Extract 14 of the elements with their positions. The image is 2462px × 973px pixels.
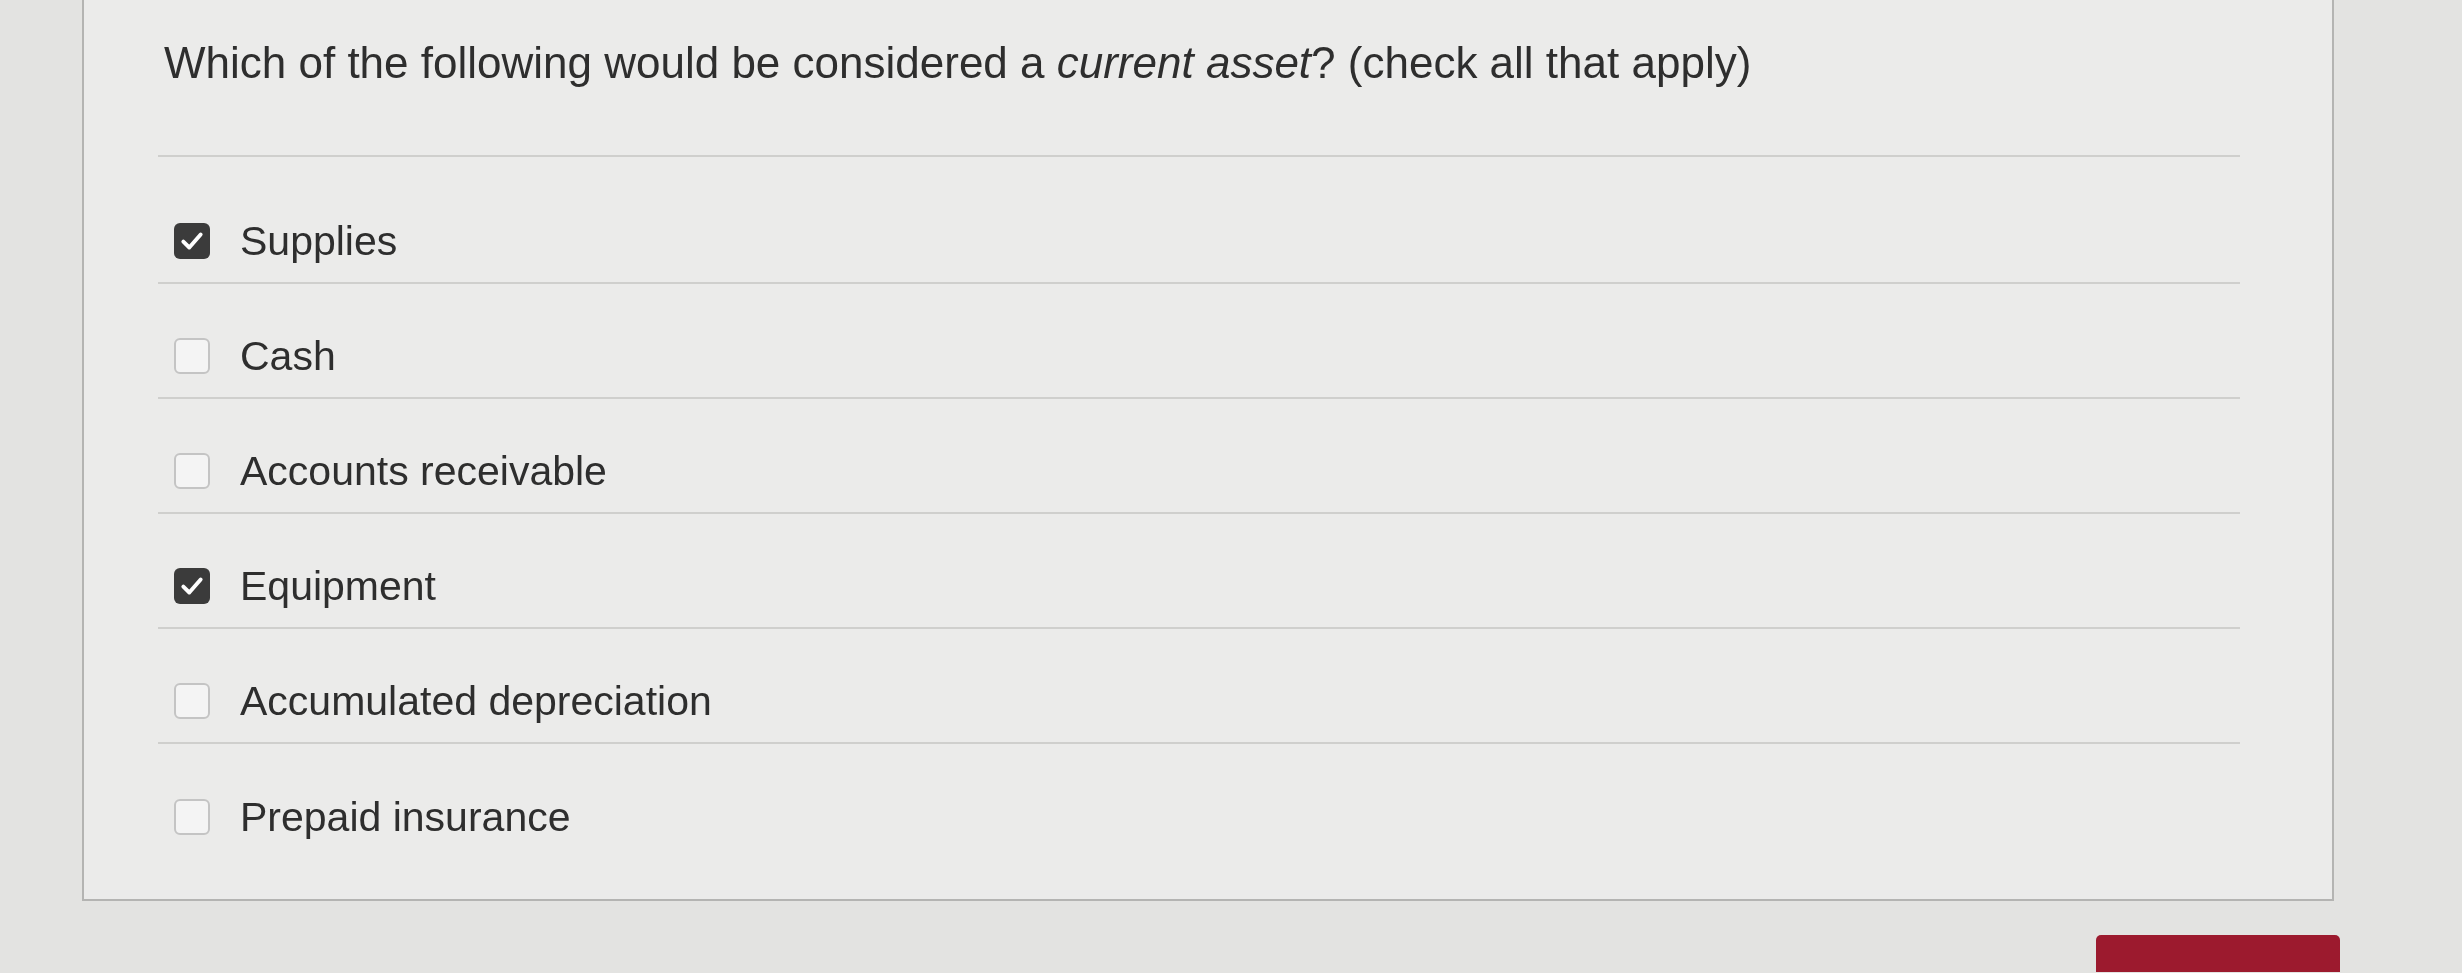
checkbox[interactable] — [174, 222, 210, 259]
option-label: Cash — [240, 331, 336, 381]
option-label: Supplies — [240, 216, 398, 266]
checkbox[interactable] — [174, 337, 210, 374]
option-label: Accumulated depreciation — [240, 676, 712, 726]
question-text: Which of the following would be considered a current asset? (check all that apply) — [164, 37, 1753, 89]
checkbox[interactable] — [174, 798, 210, 835]
option-label: Prepaid insurance — [240, 792, 571, 842]
option-label: Equipment — [240, 561, 436, 611]
checkbox[interactable] — [174, 567, 210, 604]
checkbox[interactable] — [174, 682, 210, 719]
checkbox[interactable] — [174, 452, 210, 489]
action-button[interactable] — [2096, 935, 2340, 972]
option-label: Accounts receivable — [240, 446, 607, 496]
